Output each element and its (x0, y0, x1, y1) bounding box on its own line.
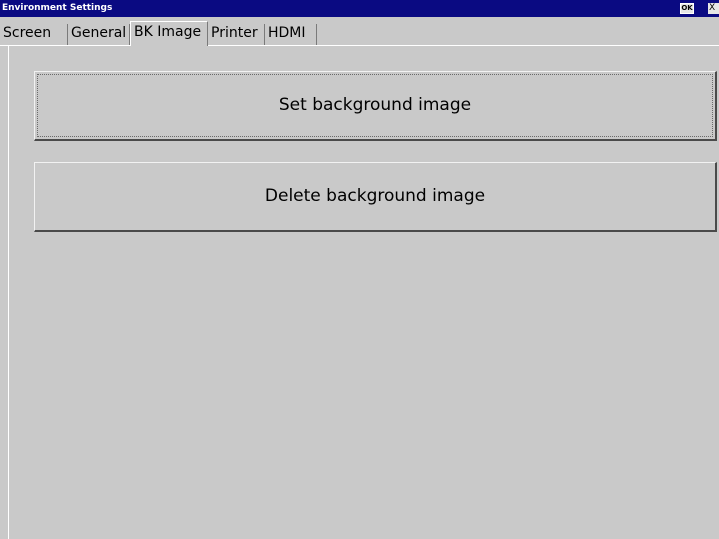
environment-settings-window: Environment Settings OK X Screen General… (0, 0, 719, 539)
window-title: Environment Settings (2, 3, 113, 13)
ok-button[interactable]: OK (680, 3, 694, 14)
set-background-image-label: Set background image (278, 95, 472, 115)
tab-screen[interactable]: Screen (0, 24, 68, 45)
close-button[interactable]: X (708, 3, 719, 14)
delete-background-image-button[interactable]: Delete background image (34, 162, 717, 232)
delete-background-image-label: Delete background image (264, 186, 486, 206)
tab-general[interactable]: General (68, 24, 130, 45)
tab-bk-image[interactable]: BK Image (130, 21, 208, 46)
title-bar[interactable]: Environment Settings OK X (0, 0, 719, 17)
set-background-image-button[interactable]: Set background image (34, 71, 717, 141)
tab-printer[interactable]: Printer (208, 24, 265, 45)
tab-hdmi[interactable]: HDMI (265, 24, 317, 45)
